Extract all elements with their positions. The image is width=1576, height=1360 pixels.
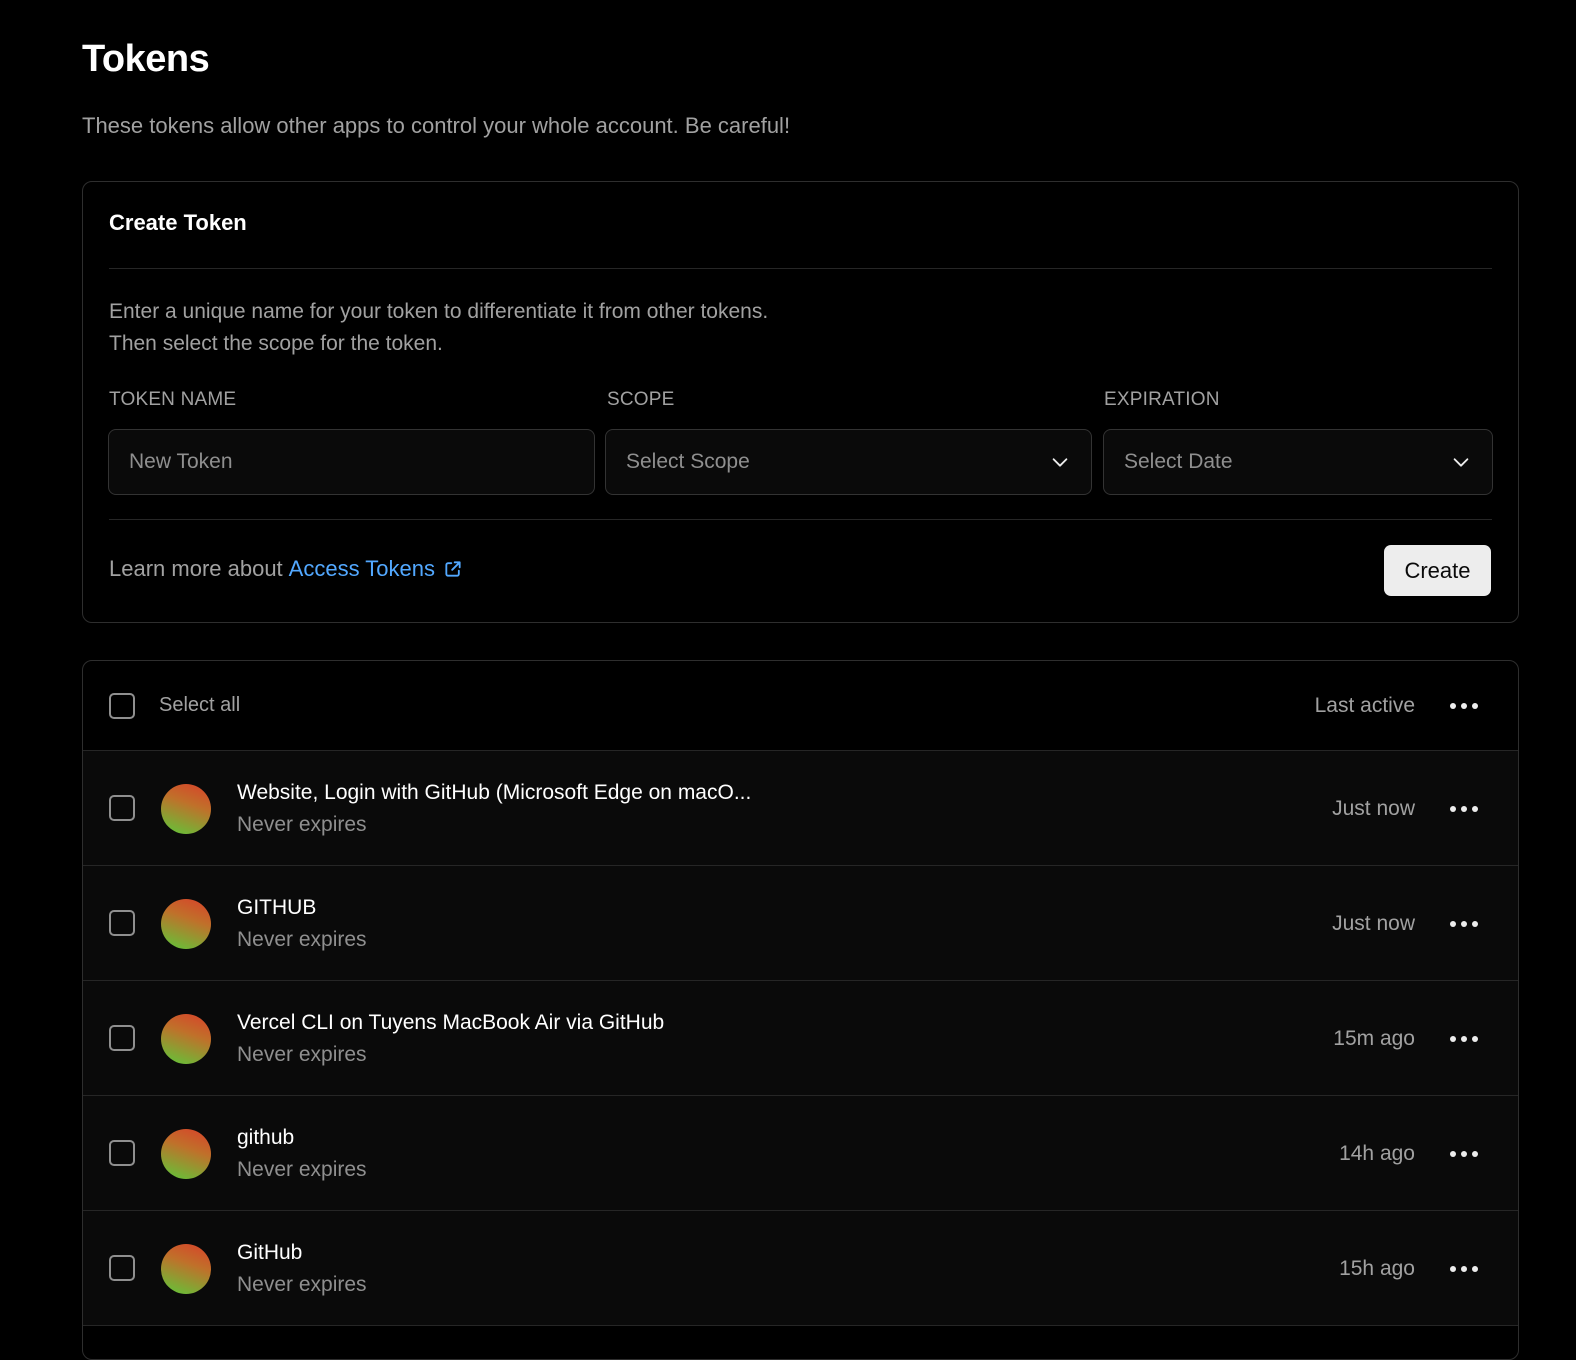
select-all-checkbox[interactable] <box>109 693 135 719</box>
token-last-active: Just now <box>1332 797 1415 820</box>
token-expiry: Never expires <box>237 1043 367 1066</box>
token-avatar <box>161 784 211 834</box>
token-name: Vercel CLI on Tuyens MacBook Air via Git… <box>237 1011 665 1034</box>
token-last-active: Just now <box>1332 912 1415 935</box>
scope-select[interactable]: Select Scope <box>605 429 1092 495</box>
access-tokens-link-label: Access Tokens <box>288 556 436 581</box>
create-button[interactable]: Create <box>1384 545 1491 596</box>
learn-more-text: Learn more about <box>109 556 283 581</box>
access-tokens-link[interactable]: Access Tokens <box>289 556 463 582</box>
token-row: Vercel CLI on Tuyens MacBook Air via Git… <box>83 981 1518 1096</box>
expiration-label: EXPIRATION <box>1104 389 1220 410</box>
description-line: Enter a unique name for your token to di… <box>109 300 769 323</box>
token-last-active: 15m ago <box>1333 1027 1415 1050</box>
token-list: Select all Last active Website, Login wi… <box>82 660 1519 1360</box>
last-active-sort[interactable]: Last active <box>1315 694 1415 718</box>
learn-more: Learn more about Access Tokens <box>109 556 463 582</box>
token-avatar <box>161 1014 211 1064</box>
select-all-label: Select all <box>159 694 241 716</box>
token-avatar <box>161 1129 211 1179</box>
token-avatar <box>161 899 211 949</box>
token-name: Website, Login with GitHub (Microsoft Ed… <box>237 781 752 804</box>
card-divider <box>109 519 1492 520</box>
more-horizontal-icon[interactable] <box>1450 1266 1478 1274</box>
token-row: GitHub Never expires 15h ago <box>83 1211 1518 1326</box>
more-horizontal-icon[interactable] <box>1450 921 1478 929</box>
token-checkbox[interactable] <box>109 1140 135 1166</box>
card-divider <box>109 268 1492 269</box>
token-checkbox[interactable] <box>109 795 135 821</box>
create-token-title: Create Token <box>109 210 247 235</box>
token-last-active: 14h ago <box>1339 1142 1415 1165</box>
token-list-header: Select all Last active <box>83 661 1518 751</box>
token-expiry: Never expires <box>237 1158 367 1181</box>
chevron-down-icon <box>1052 458 1068 467</box>
description-line: Then select the scope for the token. <box>109 332 443 355</box>
page-title: Tokens <box>82 38 210 80</box>
token-expiry: Never expires <box>237 928 367 951</box>
token-name-label: TOKEN NAME <box>109 389 237 410</box>
token-name-field[interactable] <box>108 429 595 495</box>
scope-select-value: Select Scope <box>626 450 750 473</box>
token-checkbox[interactable] <box>109 910 135 936</box>
more-horizontal-icon[interactable] <box>1450 1036 1478 1044</box>
token-row: github Never expires 14h ago <box>83 1096 1518 1211</box>
chevron-down-icon <box>1453 458 1469 467</box>
token-name: GitHub <box>237 1241 303 1264</box>
token-checkbox[interactable] <box>109 1255 135 1281</box>
token-name: github <box>237 1126 295 1149</box>
token-row: GITHUB Never expires Just now <box>83 866 1518 981</box>
token-name: GITHUB <box>237 896 317 919</box>
token-row: Website, Login with GitHub (Microsoft Ed… <box>83 751 1518 866</box>
more-horizontal-icon[interactable] <box>1450 703 1478 711</box>
more-horizontal-icon[interactable] <box>1450 806 1478 814</box>
token-last-active: 15h ago <box>1339 1257 1415 1280</box>
expiration-select[interactable]: Select Date <box>1103 429 1493 495</box>
create-token-description: Enter a unique name for your token to di… <box>109 296 768 360</box>
page-subtitle: These tokens allow other apps to control… <box>82 113 791 138</box>
token-expiry: Never expires <box>237 813 367 836</box>
more-horizontal-icon[interactable] <box>1450 1151 1478 1159</box>
external-link-icon <box>445 561 461 577</box>
token-checkbox[interactable] <box>109 1025 135 1051</box>
scope-label: SCOPE <box>607 389 675 410</box>
expiration-select-value: Select Date <box>1124 450 1233 473</box>
token-name-input[interactable] <box>129 450 574 474</box>
token-expiry: Never expires <box>237 1273 367 1296</box>
token-avatar <box>161 1244 211 1294</box>
